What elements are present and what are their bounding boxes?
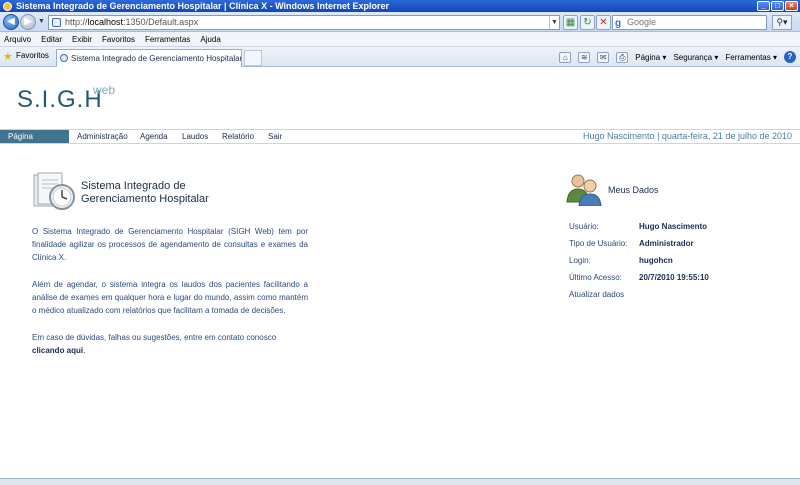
command-bar: ⌂ ≋ ✉ ⎙ Página ▾ Segurança ▾ Ferramentas… [559, 51, 796, 63]
menu-ferramentas[interactable]: Ferramentas [145, 32, 190, 46]
nav-administracao[interactable]: Administração [69, 130, 136, 143]
nav-relatorio[interactable]: Relatório [214, 130, 262, 143]
site-logo[interactable]: S.I.G.H web [17, 83, 115, 114]
ie-icon [3, 2, 12, 11]
user-date-line: Hugo Nascimento | quarta-feira, 21 de ju… [583, 131, 792, 141]
tipo-usuario-value: Administrador [639, 239, 694, 248]
search-button[interactable]: ⚲▾ [772, 15, 792, 30]
users-icon [566, 174, 602, 206]
window-title-bar: Sistema Integrado de Gerenciamento Hospi… [0, 0, 800, 12]
ultimo-acesso-value: 20/7/2010 19:55:10 [639, 273, 709, 282]
home-icon[interactable]: ⌂ [559, 51, 572, 63]
nav-pagina-principal[interactable]: Página Principal [0, 130, 69, 154]
search-input[interactable]: g Google [612, 15, 767, 30]
menu-arquivo[interactable]: Arquivo [4, 32, 31, 46]
menu-exibir[interactable]: Exibir [72, 32, 92, 46]
atualizar-dados-link[interactable]: Atualizar dados [569, 290, 624, 299]
tab-title: Sistema Integrado de Gerenciamento Hospi… [71, 54, 242, 63]
site-nav: Página Principal Administração Agenda La… [0, 129, 800, 154]
history-dropdown-icon[interactable]: ▼ [38, 18, 45, 25]
clock-document-icon [33, 172, 75, 210]
minimize-button[interactable]: _ [757, 1, 770, 11]
print-icon[interactable]: ⎙ [616, 51, 629, 63]
meus-dados-title: Meus Dados [608, 185, 659, 195]
tab-page-icon [60, 54, 68, 62]
page-content: S.I.G.H web Página Principal Administraç… [0, 68, 800, 478]
security-menu[interactable]: Segurança ▾ [673, 53, 718, 62]
ultimo-acesso-row: Último Acesso: 20/7/2010 19:55:10 [569, 273, 709, 282]
page-icon [52, 18, 61, 27]
intro-paragraph-3: Em caso de dúvidas, falhas ou sugestões,… [32, 333, 277, 355]
url-path: :1350/Default.aspx [123, 17, 199, 27]
address-bar: ◀ ▶ ▼ http://localhost:1350/Default.aspx… [0, 12, 800, 32]
search-placeholder: Google [627, 17, 657, 27]
login-row: Login: hugohcn [569, 256, 673, 265]
usuario-row: Usuário: Hugo Nascimento [569, 222, 708, 231]
nav-sair[interactable]: Sair [260, 130, 290, 143]
intro-title: Sistema Integrado de Gerenciamento Hospi… [81, 180, 209, 205]
new-tab-button[interactable] [244, 50, 262, 66]
url-prefix: http:// [65, 17, 88, 27]
menu-favoritos[interactable]: Favoritos [102, 32, 135, 46]
tipo-usuario-row: Tipo de Usuário: Administrador [569, 239, 694, 248]
google-icon: g [615, 18, 622, 29]
help-icon[interactable]: ? [784, 51, 796, 63]
favorites-button[interactable]: Favoritos [16, 51, 49, 60]
page-menu[interactable]: Página ▾ [635, 53, 666, 62]
refresh-icon[interactable]: ↻ [580, 15, 595, 30]
logo-suffix: web [93, 83, 116, 97]
url-dropdown-icon[interactable]: ▼ [549, 16, 559, 29]
close-button[interactable]: × [785, 1, 798, 11]
intro-paragraph-2: Além de agendar, o sistema integra os la… [32, 280, 308, 315]
nav-laudos[interactable]: Laudos [174, 130, 216, 143]
status-bar [0, 478, 800, 485]
back-button[interactable]: ◀ [3, 14, 19, 30]
menu-bar: Arquivo Editar Exibir Favoritos Ferramen… [0, 32, 800, 47]
favorites-bar: ★ Favoritos Sistema Integrado de Gerenci… [0, 47, 800, 67]
nav-agenda[interactable]: Agenda [132, 130, 176, 143]
mail-icon[interactable]: ✉ [597, 51, 610, 63]
url-host: localhost [87, 17, 124, 27]
menu-editar[interactable]: Editar [41, 32, 62, 46]
maximize-button[interactable]: □ [771, 1, 784, 11]
stop-icon[interactable]: ✕ [596, 15, 611, 30]
login-value: hugohcn [639, 256, 673, 265]
usuario-value: Hugo Nascimento [639, 222, 708, 231]
intro-paragraph-1: O Sistema Integrado de Gerenciamento Hos… [32, 227, 308, 262]
menu-ajuda[interactable]: Ajuda [200, 32, 220, 46]
contact-link[interactable]: clicando aqui [32, 346, 83, 355]
feeds-icon[interactable]: ≋ [578, 51, 591, 63]
window-title: Sistema Integrado de Gerenciamento Hospi… [16, 1, 390, 11]
compatibility-icon[interactable]: ▦ [563, 15, 578, 30]
url-field[interactable]: http://localhost:1350/Default.aspx ▼ [48, 15, 560, 30]
tools-menu[interactable]: Ferramentas ▾ [725, 53, 777, 62]
forward-button[interactable]: ▶ [20, 14, 36, 30]
window-controls: _ □ × [757, 1, 798, 11]
favorites-star-icon[interactable]: ★ [3, 50, 13, 63]
logo-text: S.I.G.H [17, 86, 103, 113]
browser-tab[interactable]: Sistema Integrado de Gerenciamento Hospi… [56, 49, 242, 67]
